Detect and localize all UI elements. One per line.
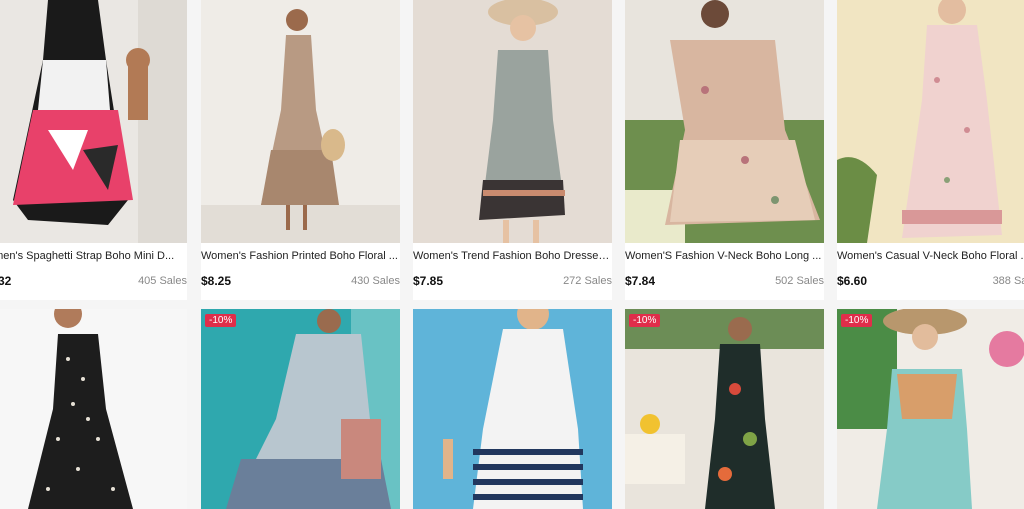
product-title[interactable]: Women's Fashion Printed Boho Floral ...	[201, 250, 400, 262]
product-card[interactable]: -10%	[201, 309, 400, 509]
product-image[interactable]	[413, 309, 612, 509]
product-image[interactable]	[837, 0, 1024, 243]
product-card[interactable]: Women's Trend Fashion Boho Dresses... $7…	[413, 0, 612, 300]
discount-badge: -10%	[629, 314, 661, 327]
product-price: $8.25	[201, 274, 232, 288]
product-image[interactable]	[625, 309, 824, 509]
product-card[interactable]: Women's Casual V-Neck Boho Floral ... $6…	[837, 0, 1024, 300]
product-card[interactable]: -10%	[625, 309, 824, 509]
discount-badge: -10%	[841, 314, 873, 327]
product-sales: 502 Sales	[775, 275, 824, 287]
product-image[interactable]	[413, 0, 612, 243]
product-sales: 430 Sales	[351, 275, 400, 287]
product-grid: omen's Spaghetti Strap Boho Mini D... 3.…	[0, 0, 1024, 509]
product-price: $7.85	[413, 274, 444, 288]
product-card[interactable]: Women's Fashion Printed Boho Floral ... …	[201, 0, 400, 300]
product-card[interactable]	[413, 309, 612, 509]
product-price: 3.32	[0, 274, 12, 288]
product-image[interactable]	[0, 309, 187, 509]
product-price: $7.84	[625, 274, 656, 288]
product-image[interactable]	[0, 0, 187, 243]
product-card[interactable]: Women'S Fashion V-Neck Boho Long ... $7.…	[625, 0, 824, 300]
product-image[interactable]	[837, 309, 1024, 509]
product-title[interactable]: Women's Casual V-Neck Boho Floral ...	[837, 250, 1024, 262]
product-title[interactable]: Women'S Fashion V-Neck Boho Long ...	[625, 250, 824, 262]
product-sales: 272 Sales	[563, 275, 612, 287]
product-card[interactable]: -10%	[837, 309, 1024, 509]
product-image[interactable]	[201, 0, 400, 243]
product-card[interactable]	[0, 309, 187, 509]
product-image[interactable]	[625, 0, 824, 243]
product-price: $6.60	[837, 274, 868, 288]
product-sales: 388 Sale	[992, 275, 1024, 287]
product-image[interactable]	[201, 309, 400, 509]
product-sales: 405 Sales	[138, 275, 187, 287]
product-title[interactable]: Women's Trend Fashion Boho Dresses...	[413, 250, 612, 262]
product-card[interactable]: omen's Spaghetti Strap Boho Mini D... 3.…	[0, 0, 187, 300]
product-title[interactable]: omen's Spaghetti Strap Boho Mini D...	[0, 250, 187, 262]
discount-badge: -10%	[205, 314, 237, 327]
